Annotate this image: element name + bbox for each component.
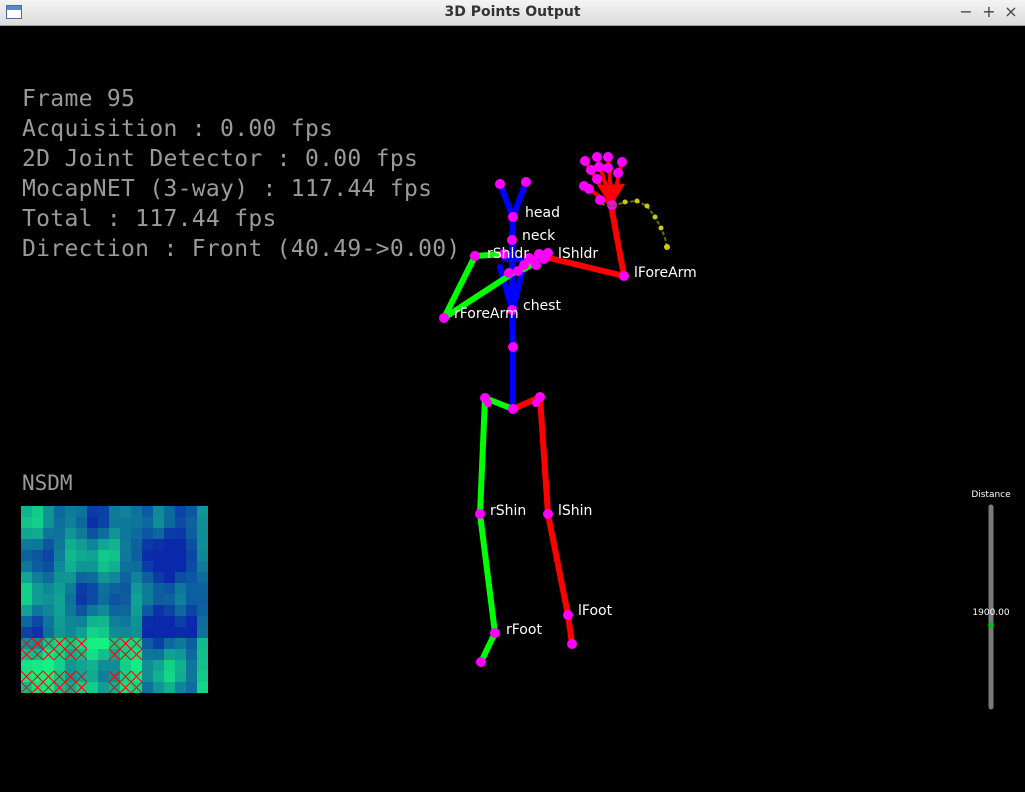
bone-lshin xyxy=(545,511,571,618)
joint-lforearm xyxy=(619,271,629,281)
joint-lshoulder-5 xyxy=(543,248,553,258)
joint-rtoe xyxy=(476,657,486,667)
skeleton-view: head neck rShldr lShldr chest rForeArm l… xyxy=(439,152,1011,710)
joint-abdomen xyxy=(508,342,518,352)
label-rfoot: rFoot xyxy=(506,622,542,638)
window-title: 3D Points Output xyxy=(444,4,581,20)
bone-head-left xyxy=(497,181,516,220)
joint-head-top-l xyxy=(521,177,531,187)
bone-lthigh xyxy=(537,394,551,517)
maximize-button[interactable]: + xyxy=(979,2,999,22)
label-head: head xyxy=(525,205,560,221)
bone-rshin xyxy=(477,511,498,636)
distance-label: Distance xyxy=(971,490,1011,500)
joint-rhand xyxy=(504,268,514,278)
label-chest: chest xyxy=(523,298,561,314)
joint-rshoulder xyxy=(470,251,480,261)
bone-lforearm xyxy=(608,202,627,279)
label-lforearm: lForeArm xyxy=(634,265,697,281)
distance-handle[interactable] xyxy=(988,622,994,628)
distance-value: 1900.00 xyxy=(972,608,1009,618)
close-button[interactable]: × xyxy=(1001,2,1021,22)
label-neck: neck xyxy=(522,228,556,244)
label-rshldr: rShldr xyxy=(487,246,529,262)
joint-head xyxy=(508,212,518,222)
joint-lfoot xyxy=(563,610,573,620)
left-hand xyxy=(579,152,627,210)
joint-rforearm xyxy=(439,313,449,323)
joint-lthigh-2 xyxy=(532,399,540,407)
title-bar[interactable]: 3D Points Output − + × xyxy=(0,0,1025,26)
joint-head-top-r xyxy=(495,179,505,189)
distance-slider[interactable]: Distance 1900.00 xyxy=(971,490,1011,710)
label-rshin: rShin xyxy=(490,503,526,519)
minimize-button[interactable]: − xyxy=(956,2,976,22)
label-lshin: lShin xyxy=(558,503,592,519)
joint-lshoulder-6 xyxy=(531,260,541,270)
joint-hip xyxy=(508,404,518,414)
label-lfoot: lFoot xyxy=(578,603,613,619)
joint-rshin xyxy=(475,509,485,519)
joint-neck xyxy=(507,235,517,245)
joints xyxy=(439,177,629,667)
joint-lshin xyxy=(543,509,553,519)
joint-rthigh-2 xyxy=(484,399,492,407)
render-canvas: Frame 95 Acquisition : 0.00 fps 2D Joint… xyxy=(1,27,1024,792)
label-rforearm: rForeArm xyxy=(454,306,519,322)
bone-rthigh xyxy=(477,395,488,517)
joint-ltoe xyxy=(567,639,577,649)
joint-rfoot xyxy=(490,628,500,638)
left-side-bones xyxy=(510,202,627,647)
label-lshldr: lShldr xyxy=(558,246,598,262)
